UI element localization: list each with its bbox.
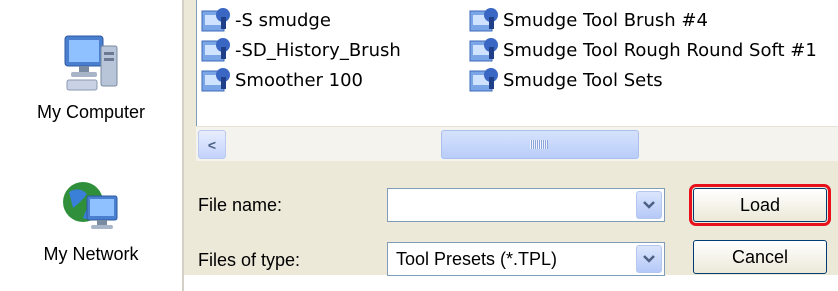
place-my-computer[interactable]: My Computer (0, 32, 182, 123)
file-name: Smudge Tool Rough Round Soft #1 (503, 39, 817, 61)
list-item[interactable]: Smudge Tool Brush #4 (469, 6, 708, 34)
chevron-down-icon (643, 255, 655, 263)
scroll-left-button[interactable]: < (198, 130, 226, 159)
file-type-label: Files of type: (198, 250, 301, 270)
file-name: -SD_History_Brush (235, 39, 401, 61)
file-name: Smoother 100 (235, 69, 364, 91)
my-computer-icon (64, 35, 118, 91)
brush-preset-icon (469, 37, 499, 63)
brush-preset-icon (201, 37, 231, 63)
places-bar: My Computer My Network (0, 0, 182, 291)
brush-preset-icon (201, 7, 231, 33)
cancel-button[interactable]: Cancel (693, 240, 827, 274)
list-item[interactable]: Smudge Tool Rough Round Soft #1 (469, 36, 817, 64)
brush-preset-icon (469, 7, 499, 33)
chevron-down-icon (643, 201, 655, 209)
file-type-dropdown-button[interactable] (636, 245, 662, 273)
scrollbar-thumb[interactable] (441, 130, 639, 159)
place-label: My Computer (36, 102, 146, 122)
file-name-combo[interactable] (387, 188, 665, 222)
my-network-icon (63, 182, 118, 229)
list-item[interactable]: -SD_History_Brush (201, 36, 401, 64)
place-my-network[interactable]: My Network (0, 178, 182, 265)
chevron-left-icon: < (207, 136, 217, 153)
file-name: Smudge Tool Sets (503, 69, 663, 91)
scrollbar-grip (530, 140, 548, 149)
brush-preset-icon (201, 67, 231, 93)
list-item[interactable]: -S smudge (201, 6, 331, 34)
list-item[interactable]: Smudge Tool Sets (469, 66, 663, 94)
file-type-select[interactable]: Tool Presets (*.TPL) (387, 242, 665, 276)
horizontal-scrollbar[interactable]: < (196, 126, 838, 161)
place-label: My Network (43, 244, 139, 264)
load-button[interactable]: Load (689, 184, 831, 226)
file-name: Smudge Tool Brush #4 (503, 9, 708, 31)
file-type-value: Tool Presets (*.TPL) (396, 249, 558, 269)
file-name-label: File name: (198, 195, 283, 215)
list-item[interactable]: Smoother 100 (201, 66, 363, 94)
brush-preset-icon (469, 67, 499, 93)
file-name-dropdown-button[interactable] (636, 191, 662, 219)
file-name: -S smudge (235, 9, 331, 31)
